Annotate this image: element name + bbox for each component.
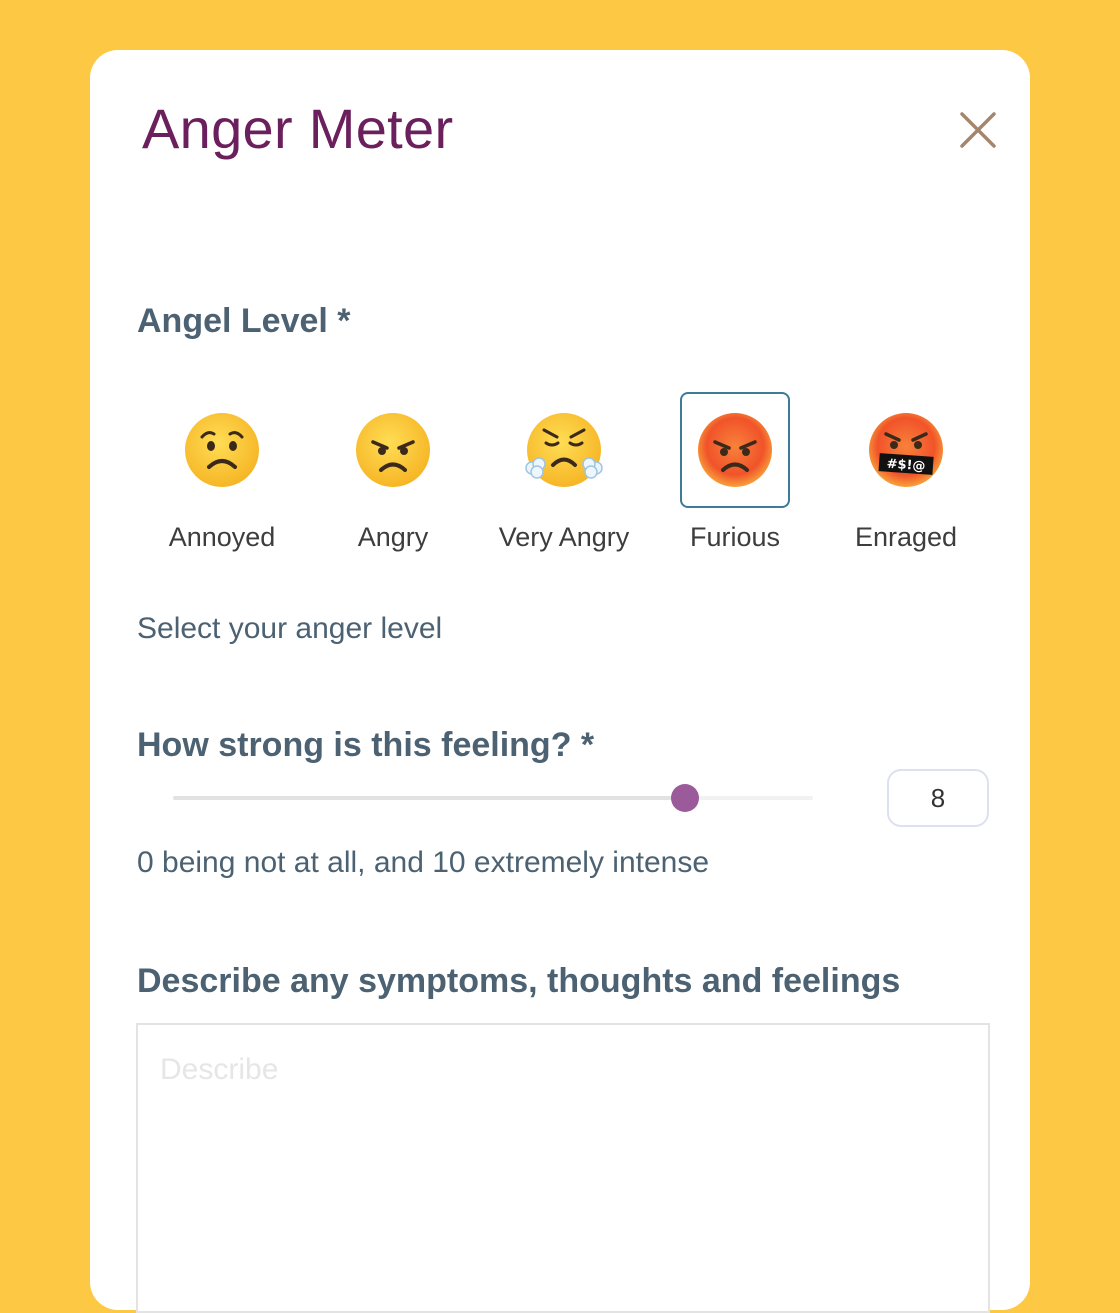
dialog-title: Anger Meter	[142, 97, 454, 160]
close-icon	[960, 112, 996, 148]
pouting-face-icon	[698, 413, 772, 487]
option-label: Furious	[689, 522, 781, 552]
worried-face-icon	[185, 413, 259, 487]
option-furious[interactable]: Furious	[650, 390, 820, 560]
option-label: Very Angry	[498, 522, 630, 552]
strength-helper: 0 being not at all, and 10 extremely int…	[137, 846, 710, 879]
angry-face-icon	[356, 413, 430, 487]
svg-text:#$!@: #$!@	[886, 457, 926, 475]
anger-meter-dialog: Anger Meter Angel Level * Annoyed Angry …	[90, 50, 1030, 1313]
anger-level-helper: Select your anger level	[137, 612, 443, 645]
option-angry[interactable]: Angry	[308, 390, 478, 560]
strength-value-input[interactable]: 8	[887, 769, 989, 827]
selected-indicator	[680, 392, 790, 508]
face-with-symbols-icon: #$!@	[869, 413, 943, 487]
option-annoyed[interactable]: Annoyed	[137, 390, 307, 560]
anger-level-label: Angel Level *	[137, 302, 351, 340]
close-button[interactable]	[956, 108, 1000, 152]
slider-fill	[173, 796, 685, 800]
option-label: Annoyed	[168, 522, 276, 552]
option-label: Enraged	[854, 522, 958, 552]
strength-value: 8	[930, 782, 946, 813]
anger-level-options: Annoyed Angry Very Angry Furious #$!@ En…	[137, 390, 1007, 560]
slider-thumb[interactable]	[671, 784, 699, 812]
strength-slider[interactable]	[173, 776, 813, 820]
face-with-steam-icon	[525, 413, 603, 487]
option-enraged[interactable]: #$!@ Enraged	[821, 390, 991, 560]
description-label: Describe any symptoms, thoughts and feel…	[137, 962, 901, 1000]
option-label: Angry	[357, 522, 429, 552]
option-very-angry[interactable]: Very Angry	[479, 390, 649, 560]
strength-label: How strong is this feeling? *	[137, 726, 595, 764]
